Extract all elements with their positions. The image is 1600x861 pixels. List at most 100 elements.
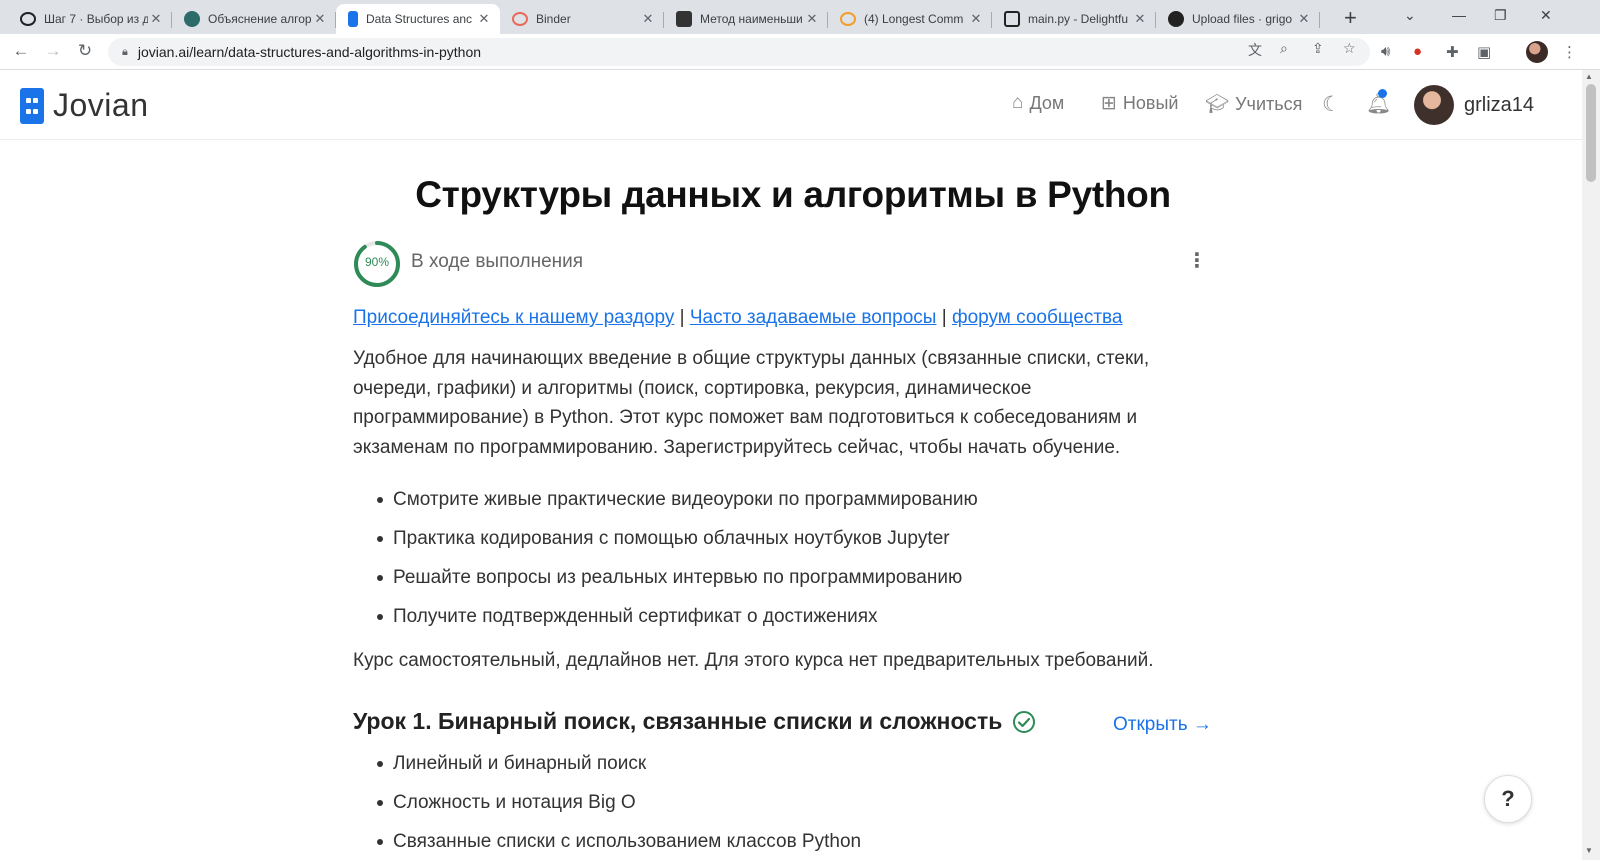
browser-tab[interactable]: Объяснение алгор ✕: [172, 4, 336, 34]
side-panel-icon[interactable]: ▣: [1477, 43, 1491, 61]
forward-icon[interactable]: →: [42, 41, 64, 61]
tab-title: Объяснение алгор: [208, 12, 312, 26]
graduation-cap-icon: 🎓︎: [1205, 94, 1230, 115]
lesson-heading: Урок 1. Бинарный поиск, связанные списки…: [353, 708, 1036, 735]
browser-tab[interactable]: (4) Longest Comm ✕: [828, 4, 992, 34]
lock-icon: 🔒︎: [122, 45, 128, 58]
new-file-icon: ⊞: [1101, 93, 1117, 114]
site-header: Jovian ⌂ Дом ⊞ Новый 🎓︎ Учиться ☾ 🔔︎ grl…: [0, 70, 1582, 140]
link-separator: |: [679, 307, 685, 328]
scrollbar-track[interactable]: [1582, 70, 1600, 860]
browser-tab[interactable]: main.py - Delightfu ✕: [992, 4, 1156, 34]
tab-search-icon[interactable]: ⌄: [1404, 7, 1416, 24]
close-icon[interactable]: ✕: [968, 11, 984, 27]
browser-menu-icon[interactable]: ⋮: [1562, 43, 1577, 61]
browser-tab[interactable]: Метод наименьши ✕: [664, 4, 828, 34]
list-item: Смотрите живые практические видеоуроки п…: [353, 480, 1183, 519]
list-item: Сложность и нотация Big O: [353, 783, 1183, 822]
more-options-icon[interactable]: ⋮: [1187, 248, 1207, 273]
check-circle-icon: [1013, 710, 1036, 733]
logo-text: Jovian: [53, 87, 149, 123]
feature-list: Смотрите живые практические видеоуроки п…: [353, 480, 1183, 636]
link-separator: |: [941, 307, 947, 328]
discord-link[interactable]: Присоединяйтесь к нашему раздору: [353, 307, 674, 328]
close-icon[interactable]: ✕: [1132, 11, 1148, 27]
url-text: jovian.ai/learn/data-structures-and-algo…: [137, 44, 482, 60]
replit-icon: [1004, 11, 1020, 27]
close-icon[interactable]: ✕: [148, 11, 164, 27]
jovian-icon: [348, 11, 358, 27]
jovian-logo[interactable]: Jovian: [20, 87, 149, 124]
close-icon[interactable]: ✕: [1296, 11, 1312, 27]
close-icon[interactable]: ✕: [804, 11, 820, 27]
username[interactable]: grliza14: [1464, 94, 1534, 117]
close-icon[interactable]: ✕: [476, 11, 492, 27]
course-description: Удобное для начинающих введение в общие …: [353, 348, 1150, 458]
faq-link[interactable]: Часто задаваемые вопросы: [690, 307, 937, 328]
list-item: Получите подтвержденный сертификат о дос…: [353, 597, 1183, 636]
extensions-puzzle-icon[interactable]: ✚: [1446, 43, 1459, 61]
zoom-icon[interactable]: ⌕: [1280, 40, 1288, 57]
tab-title: Data Structures anc: [366, 12, 473, 26]
tab-title: main.py - Delightfu: [1028, 12, 1129, 26]
list-item: Решайте вопросы из реальных интервью по …: [353, 558, 1183, 597]
tab-title: Шаг 7 · Выбор из д: [44, 12, 148, 26]
profile-avatar[interactable]: [1526, 41, 1548, 63]
browser-tab[interactable]: Шаг 7 · Выбор из д ✕: [8, 4, 172, 34]
nav-learn-label: Учиться: [1235, 93, 1303, 114]
window-close-icon[interactable]: ✕: [1540, 7, 1552, 24]
address-bar[interactable]: 🔒︎ jovian.ai/learn/data-structures-and-a…: [108, 38, 1370, 66]
help-button[interactable]: ?: [1484, 775, 1532, 823]
site-icon: [184, 11, 200, 27]
browser-tab-strip: Шаг 7 · Выбор из д ✕ Объяснение алгор ✕ …: [0, 0, 1600, 34]
tab-title: Метод наименьши: [700, 12, 803, 26]
home-icon: ⌂: [1012, 92, 1024, 113]
reload-icon[interactable]: ↻: [74, 41, 96, 61]
list-item: Практика кодирования с помощью облачных …: [353, 519, 1183, 558]
progress-percent: 90%: [364, 255, 390, 269]
browser-toolbar: ← → ↻ 🔒︎ jovian.ai/learn/data-structures…: [0, 34, 1600, 70]
extension-red-icon[interactable]: ●: [1413, 43, 1422, 60]
forum-link[interactable]: форум сообщества: [952, 307, 1123, 328]
list-item: Связанные списки с использованием классо…: [353, 822, 1183, 861]
nav-new[interactable]: ⊞ Новый: [1101, 92, 1179, 115]
scroll-down-icon[interactable]: ▼: [1585, 846, 1593, 855]
github-icon: [1168, 11, 1184, 27]
notification-dot: [1378, 89, 1387, 98]
binder-icon: [512, 12, 528, 26]
browser-tab-active[interactable]: Data Structures anc ✕: [336, 4, 500, 34]
close-icon[interactable]: ✕: [640, 11, 656, 27]
close-icon[interactable]: ✕: [312, 11, 328, 27]
browser-tab[interactable]: Upload files · grigo ✕: [1156, 4, 1320, 34]
restore-icon[interactable]: ❐: [1494, 7, 1507, 24]
stepik-icon: [20, 12, 36, 26]
page-title: Структуры данных и алгоритмы в Python: [415, 174, 1171, 215]
tab-title: Binder: [536, 12, 571, 26]
new-tab-icon[interactable]: +: [1344, 6, 1357, 30]
back-icon[interactable]: ←: [10, 41, 32, 61]
share-icon[interactable]: ⇪: [1312, 40, 1324, 57]
tab-title: Upload files · grigo: [1192, 12, 1293, 26]
translate-icon[interactable]: 文: [1248, 40, 1262, 60]
dark-mode-icon[interactable]: ☾: [1322, 92, 1341, 117]
scrollbar-thumb[interactable]: [1586, 84, 1596, 182]
course-note: Курс самостоятельный, дедлайнов нет. Для…: [353, 650, 1154, 671]
lesson-topic-list: Линейный и бинарный поиск Сложность и но…: [353, 744, 1183, 861]
community-links: Присоединяйтесь к нашему раздору | Часто…: [353, 307, 1123, 329]
nav-learn[interactable]: 🎓︎ Учиться: [1205, 92, 1302, 116]
nav-new-label: Новый: [1122, 93, 1179, 113]
minimize-icon[interactable]: —: [1452, 7, 1466, 23]
site-icon: [840, 12, 856, 26]
open-lesson-link[interactable]: Открыть →: [1113, 714, 1212, 736]
scroll-up-icon[interactable]: ▲: [1585, 72, 1593, 81]
user-avatar[interactable]: [1414, 85, 1454, 125]
bookmark-star-icon[interactable]: ☆: [1343, 40, 1356, 57]
nav-home[interactable]: ⌂ Дом: [1012, 92, 1064, 114]
lesson-title: Урок 1. Бинарный поиск, связанные списки…: [353, 708, 1003, 734]
tab-title: (4) Longest Comm: [864, 12, 964, 26]
browser-tab[interactable]: Binder ✕: [500, 4, 664, 34]
status-text: В ходе выполнения: [411, 251, 584, 272]
site-icon: [676, 11, 692, 27]
speaker-icon[interactable]: 🔊︎: [1381, 43, 1390, 60]
jovian-logo-icon: [20, 87, 44, 124]
